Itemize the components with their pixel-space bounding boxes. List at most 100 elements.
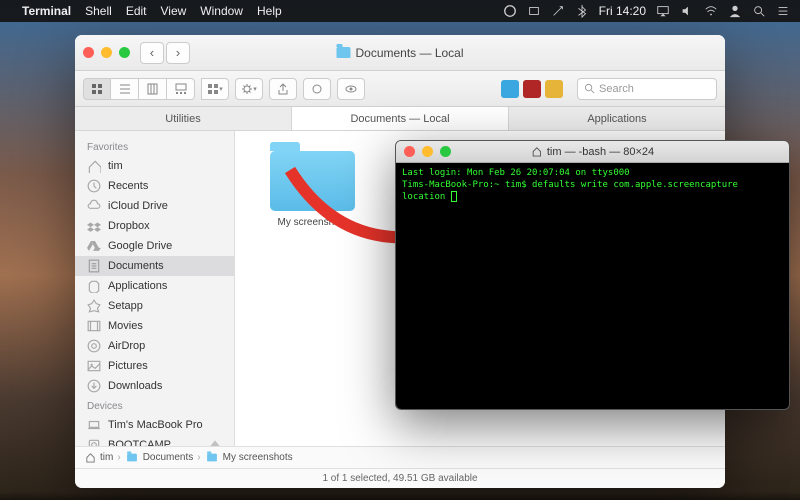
- terminal-body[interactable]: Last login: Mon Feb 26 20:07:04 on ttys0…: [396, 163, 789, 409]
- sidebar-label: Movies: [108, 320, 143, 332]
- sidebar-item-dropbox[interactable]: Dropbox: [75, 216, 234, 236]
- sidebar-item-downloads[interactable]: Downloads: [75, 376, 234, 396]
- airplay-icon[interactable]: [656, 4, 670, 18]
- menubar-item-window[interactable]: Window: [200, 4, 243, 18]
- toolbar-swatch[interactable]: [523, 80, 541, 98]
- sidebar-label: Recents: [108, 180, 148, 192]
- menubar-item-help[interactable]: Help: [257, 4, 282, 18]
- quicklook-button[interactable]: [337, 78, 365, 100]
- toolbar-swatch[interactable]: [501, 80, 519, 98]
- path-segment[interactable]: tim: [85, 452, 113, 463]
- disk-icon: [87, 438, 101, 446]
- menubar-item-edit[interactable]: Edit: [126, 4, 147, 18]
- tab-documents[interactable]: Documents — Local: [292, 107, 509, 130]
- sidebar-label: Google Drive: [108, 240, 172, 252]
- zoom-icon[interactable]: [440, 146, 451, 157]
- chevron-right-icon: ›: [117, 452, 120, 463]
- movie-icon: [87, 319, 101, 333]
- forward-button[interactable]: ›: [166, 42, 190, 64]
- sidebar-item-documents[interactable]: Documents: [75, 256, 234, 276]
- folder-icon: [336, 47, 350, 58]
- minimize-icon[interactable]: [101, 47, 112, 58]
- tags-button[interactable]: [303, 78, 331, 100]
- home-icon: [85, 452, 96, 463]
- sidebar-item-setapp[interactable]: Setapp: [75, 296, 234, 316]
- finder-sidebar: Favorites tim Recents iCloud DriveDropbox Go…: [75, 131, 235, 446]
- menu-icon[interactable]: [776, 4, 790, 18]
- sidebar-item-recents[interactable]: Recents: [75, 176, 234, 196]
- window-title: Documents — Local: [355, 46, 463, 60]
- gallery-view-button[interactable]: [167, 78, 195, 100]
- status-icon[interactable]: [527, 4, 541, 18]
- gdrive-icon: [87, 239, 101, 253]
- list-view-button[interactable]: [111, 78, 139, 100]
- menubar-app[interactable]: Terminal: [22, 4, 71, 18]
- toolbar-swatch[interactable]: [545, 80, 563, 98]
- sidebar-label: Setapp: [108, 300, 143, 312]
- dropbox-icon: [87, 219, 101, 233]
- finder-titlebar[interactable]: ‹ › Documents — Local: [75, 35, 725, 71]
- sidebar-item-bootcamp[interactable]: BOOTCAMP: [75, 435, 234, 446]
- close-icon[interactable]: [404, 146, 415, 157]
- bluetooth-icon[interactable]: [575, 4, 589, 18]
- folder-label: My screenshots: [277, 217, 347, 228]
- menubar-clock[interactable]: Fri 14:20: [599, 4, 646, 18]
- chevron-right-icon: ›: [197, 452, 200, 463]
- cursor-icon: [451, 191, 457, 202]
- icon-view-button[interactable]: [83, 78, 111, 100]
- terminal-line: Last login: Mon Feb 26 20:07:04 on ttys0…: [402, 167, 783, 179]
- sidebar-item-movies[interactable]: Movies: [75, 316, 234, 336]
- sidebar-label: BOOTCAMP: [108, 439, 171, 446]
- sidebar-item-icloud-drive[interactable]: iCloud Drive: [75, 196, 234, 216]
- user-icon[interactable]: [728, 4, 742, 18]
- menubar-item-shell[interactable]: Shell: [85, 4, 112, 18]
- tab-utilities[interactable]: Utilities: [75, 107, 292, 130]
- terminal-titlebar[interactable]: tim — -bash — 80×24: [396, 141, 789, 163]
- zoom-icon[interactable]: [119, 47, 130, 58]
- sidebar-label: tim: [108, 160, 123, 172]
- terminal-line: Tims-MacBook-Pro:~ tim$ defaults write c…: [402, 179, 783, 203]
- sidebar-heading: Favorites: [75, 137, 234, 156]
- path-segment[interactable]: My screenshots: [205, 452, 293, 463]
- status-icon[interactable]: [551, 4, 565, 18]
- sidebar-item-airdrop[interactable]: AirDrop: [75, 336, 234, 356]
- airdrop-icon: [87, 339, 101, 353]
- status-text: 1 of 1 selected, 49.51 GB available: [322, 473, 477, 484]
- minimize-icon[interactable]: [422, 146, 433, 157]
- terminal-title: tim — -bash — 80×24: [547, 146, 654, 158]
- share-button[interactable]: [269, 78, 297, 100]
- sidebar-item-google-drive[interactable]: Google Drive: [75, 236, 234, 256]
- back-button[interactable]: ‹: [140, 42, 164, 64]
- action-button[interactable]: ▾: [235, 78, 263, 100]
- search-input[interactable]: Search: [577, 78, 717, 100]
- status-bar: 1 of 1 selected, 49.51 GB available: [75, 468, 725, 488]
- sidebar-item-tim[interactable]: tim: [75, 156, 234, 176]
- path-segment[interactable]: Documents: [125, 452, 194, 463]
- sidebar-item-pictures[interactable]: Pictures: [75, 356, 234, 376]
- clock-icon: [87, 179, 101, 193]
- terminal-window: tim — -bash — 80×24 Last login: Mon Feb …: [395, 140, 790, 410]
- eject-icon[interactable]: [208, 438, 222, 446]
- menubar-item-view[interactable]: View: [161, 4, 187, 18]
- setapp-icon: [87, 299, 101, 313]
- arrange-button[interactable]: ▾: [201, 78, 229, 100]
- tab-applications[interactable]: Applications: [509, 107, 725, 130]
- search-icon[interactable]: [752, 4, 766, 18]
- status-icon[interactable]: [503, 4, 517, 18]
- wifi-icon[interactable]: [704, 4, 718, 18]
- finder-tabbar: Utilities Documents — Local Applications: [75, 107, 725, 131]
- sidebar-label: Documents: [108, 260, 164, 272]
- folder-item[interactable]: My screenshots: [270, 151, 355, 228]
- menubar: Terminal Shell Edit View Window Help Fri…: [0, 0, 800, 22]
- column-view-button[interactable]: [139, 78, 167, 100]
- sidebar-item-tim-s-macbook-pro[interactable]: Tim's MacBook Pro: [75, 415, 234, 435]
- desktop: Terminal Shell Edit View Window Help Fri…: [0, 0, 800, 500]
- app-icon: [87, 279, 101, 293]
- volume-icon[interactable]: [680, 4, 694, 18]
- search-icon: [584, 83, 595, 94]
- sidebar-label: Downloads: [108, 380, 162, 392]
- sidebar-label: AirDrop: [108, 340, 145, 352]
- close-icon[interactable]: [83, 47, 94, 58]
- sidebar-item-applications[interactable]: Applications: [75, 276, 234, 296]
- view-switcher: [83, 78, 195, 100]
